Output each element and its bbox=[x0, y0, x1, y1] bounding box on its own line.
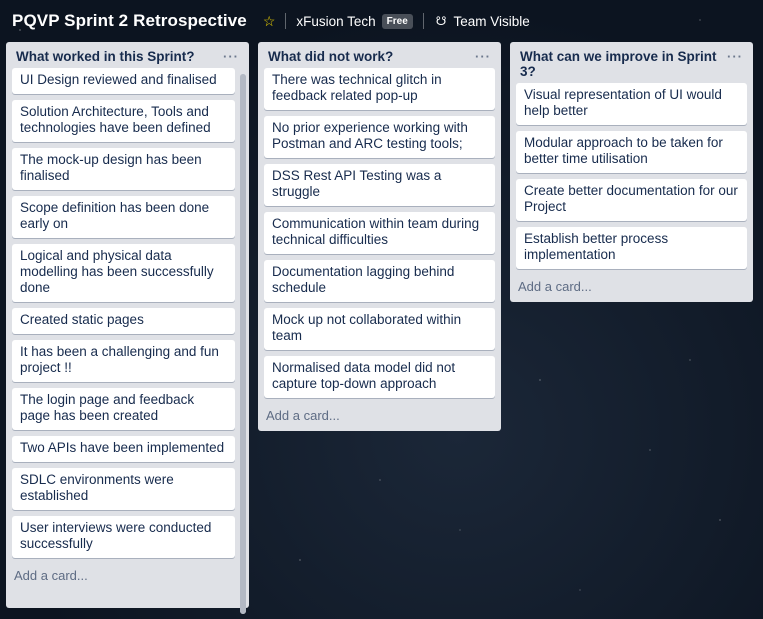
star-icon[interactable]: ☆ bbox=[263, 13, 276, 30]
card[interactable]: Normalised data model did not capture to… bbox=[264, 356, 495, 398]
list-what-can-we-improve: What can we improve in Sprint 3? ··· Vis… bbox=[510, 42, 753, 302]
card[interactable]: Create better documentation for our Proj… bbox=[516, 179, 747, 221]
team-name[interactable]: xFusion Tech bbox=[296, 14, 375, 29]
list-what-did-not-work: What did not work? ··· There was technic… bbox=[258, 42, 501, 431]
card[interactable]: Logical and physical data modelling has … bbox=[12, 244, 235, 302]
card[interactable]: Solution Architecture, Tools and technol… bbox=[12, 100, 235, 142]
card[interactable]: No prior experience working with Postman… bbox=[264, 116, 495, 158]
card[interactable]: Two APIs have been implemented bbox=[12, 436, 235, 462]
visibility-button[interactable]: Team Visible bbox=[453, 14, 529, 29]
card-list: There was technical glitch in feedback r… bbox=[258, 68, 501, 398]
list-menu-icon[interactable]: ··· bbox=[727, 49, 743, 64]
card[interactable]: Documentation lagging behind schedule bbox=[264, 260, 495, 302]
list-header: What worked in this Sprint? ··· bbox=[6, 42, 249, 68]
list-title[interactable]: What can we improve in Sprint 3? bbox=[520, 49, 717, 79]
card[interactable]: User interviews were conducted successfu… bbox=[12, 516, 235, 558]
card[interactable]: Created static pages bbox=[12, 308, 235, 334]
add-card-button[interactable]: Add a card... bbox=[510, 275, 753, 302]
list-scrollbar[interactable] bbox=[240, 74, 246, 614]
team-visibility-icon: ☋ bbox=[435, 14, 447, 28]
list-title[interactable]: What did not work? bbox=[268, 49, 465, 64]
card[interactable]: The mock-up design has been finalised bbox=[12, 148, 235, 190]
board-header: PQVP Sprint 2 Retrospective ☆ xFusion Te… bbox=[0, 0, 763, 42]
card[interactable]: It has been a challenging and fun projec… bbox=[12, 340, 235, 382]
card[interactable]: UI Design reviewed and finalised bbox=[12, 68, 235, 94]
list-menu-icon[interactable]: ··· bbox=[223, 49, 239, 64]
list-menu-icon[interactable]: ··· bbox=[475, 49, 491, 64]
card[interactable]: The login page and feedback page has bee… bbox=[12, 388, 235, 430]
add-card-button[interactable]: Add a card... bbox=[258, 404, 501, 431]
card[interactable]: Visual representation of UI would help b… bbox=[516, 83, 747, 125]
divider bbox=[422, 13, 424, 29]
scrollbar-thumb[interactable] bbox=[240, 74, 246, 614]
divider bbox=[285, 13, 287, 29]
card[interactable]: Scope definition has been done early on bbox=[12, 196, 235, 238]
card[interactable]: DSS Rest API Testing was a struggle bbox=[264, 164, 495, 206]
card-list: UI Design reviewed and finalised Solutio… bbox=[6, 68, 249, 558]
list-what-worked: What worked in this Sprint? ··· UI Desig… bbox=[6, 42, 249, 614]
card[interactable]: Communication within team during technic… bbox=[264, 212, 495, 254]
card[interactable]: SDLC environments were established bbox=[12, 468, 235, 510]
list-header: What can we improve in Sprint 3? ··· bbox=[510, 42, 753, 83]
card-list: Visual representation of UI would help b… bbox=[510, 83, 753, 269]
card[interactable]: There was technical glitch in feedback r… bbox=[264, 68, 495, 110]
plan-badge: Free bbox=[381, 13, 413, 29]
card[interactable]: Establish better process implementation bbox=[516, 227, 747, 269]
card[interactable]: Mock up not collaborated within team bbox=[264, 308, 495, 350]
card[interactable]: Modular approach to be taken for better … bbox=[516, 131, 747, 173]
list-header: What did not work? ··· bbox=[258, 42, 501, 68]
board-title[interactable]: PQVP Sprint 2 Retrospective bbox=[12, 11, 247, 31]
add-card-button[interactable]: Add a card... bbox=[6, 564, 249, 591]
list-title[interactable]: What worked in this Sprint? bbox=[16, 49, 213, 64]
